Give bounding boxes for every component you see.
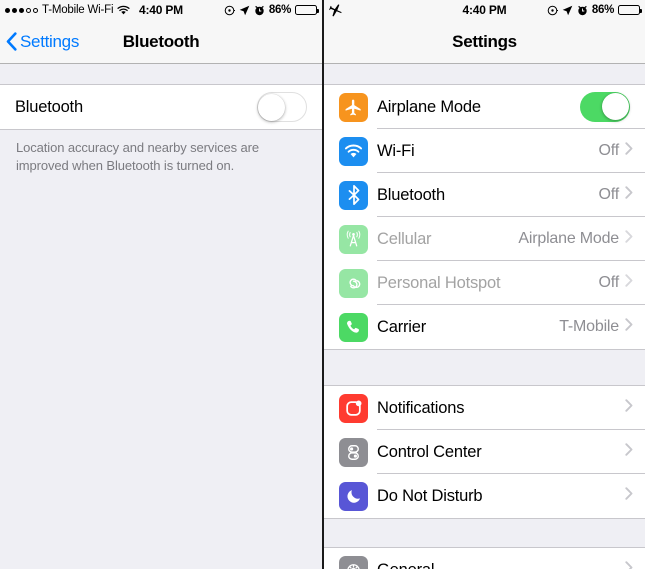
bluetooth-toggle-row[interactable]: Bluetooth <box>0 85 322 129</box>
settings-row-notifications[interactable]: Notifications <box>324 386 645 430</box>
status-bar-left-group: T-Mobile Wi-Fi <box>5 4 130 16</box>
bluetooth-toggle-switch[interactable] <box>257 92 307 122</box>
chevron-right-icon <box>625 399 633 417</box>
back-button[interactable]: Settings <box>0 32 79 52</box>
chevron-right-icon <box>625 561 633 569</box>
location-arrow-icon <box>562 5 573 16</box>
right-nav-bar: Settings <box>324 20 645 64</box>
location-arrow-icon <box>239 5 250 16</box>
right-status-bar: 4:40 PM 86% <box>324 0 645 20</box>
bluetooth-description-note: Location accuracy and nearby services ar… <box>16 140 260 173</box>
row-label: Personal Hotspot <box>377 273 501 292</box>
back-button-label: Settings <box>20 31 80 51</box>
row-label: Do Not Disturb <box>377 486 483 505</box>
left-content: Bluetooth Location accuracy and nearby s… <box>0 64 322 569</box>
moon-icon <box>339 481 368 511</box>
settings-row-airplane-mode[interactable]: Airplane Mode <box>324 85 645 129</box>
group-spacer-1 <box>324 350 645 385</box>
battery-icon <box>295 5 319 15</box>
chevron-right-icon <box>625 186 633 204</box>
chevron-right-icon <box>625 487 633 505</box>
settings-row-carrier[interactable]: Carrier T-Mobile <box>324 305 645 349</box>
hotspot-icon <box>339 268 368 298</box>
row-value: Off <box>598 186 620 203</box>
settings-row-general[interactable]: General <box>324 548 645 569</box>
notifications-icon <box>339 393 368 423</box>
gear-icon <box>339 555 368 569</box>
group-spacer-2 <box>324 519 645 547</box>
row-label: Cellular <box>377 229 432 248</box>
bluetooth-icon <box>339 180 368 210</box>
battery-icon <box>618 5 642 15</box>
settings-group-connectivity: Airplane Mode Wi-Fi Off Bluetooth Off Ce… <box>324 84 645 350</box>
toggle-knob <box>601 93 629 120</box>
row-label: Wi-Fi <box>377 141 415 160</box>
row-value: Airplane Mode <box>518 230 619 247</box>
carrier-label: T-Mobile Wi-Fi <box>42 4 114 16</box>
settings-row-cellular[interactable]: Cellular Airplane Mode <box>324 217 645 261</box>
top-spacer <box>324 64 645 84</box>
chevron-right-icon <box>625 230 633 248</box>
alarm-clock-icon <box>254 5 265 16</box>
battery-percent-label: 86% <box>268 4 291 16</box>
settings-row-personal-hotspot[interactable]: Personal Hotspot Off <box>324 261 645 305</box>
dual-screenshot-container: T-Mobile Wi-Fi 4:40 PM 86% Settings Blue… <box>0 0 645 569</box>
bluetooth-row-label: Bluetooth <box>15 97 83 116</box>
bluetooth-toggle-group: Bluetooth <box>0 84 322 130</box>
settings-group-general: General AA Display & Brightness <box>324 547 645 569</box>
wifi-icon <box>117 5 130 15</box>
chevron-left-icon <box>6 32 17 51</box>
row-value: T-Mobile <box>559 318 619 335</box>
right-phone-panel: 4:40 PM 86% Settings Airplane Mode Wi-Fi… <box>324 0 645 569</box>
chevron-right-icon <box>625 142 633 160</box>
wifi-icon <box>339 136 368 166</box>
settings-group-notifications: Notifications Control Center Do Not Dist… <box>324 385 645 519</box>
chevron-right-icon <box>625 274 633 292</box>
chevron-right-icon <box>625 443 633 461</box>
row-label: Carrier <box>377 317 427 336</box>
row-value: Off <box>598 274 620 291</box>
row-label: Airplane Mode <box>377 97 481 116</box>
row-value: Off <box>598 142 620 159</box>
toggle-knob <box>258 94 285 121</box>
control-center-icon <box>339 437 368 467</box>
phone-icon <box>339 312 368 342</box>
settings-row-do-not-disturb[interactable]: Do Not Disturb <box>324 474 645 518</box>
status-bar-right-group: 86% <box>547 4 642 16</box>
signal-strength-dots <box>5 7 38 13</box>
airplane-icon <box>339 92 368 122</box>
row-label: Control Center <box>377 442 482 461</box>
status-bar-right-group: 86% <box>224 4 319 16</box>
left-phone-panel: T-Mobile Wi-Fi 4:40 PM 86% Settings Blue… <box>0 0 322 569</box>
alarm-clock-icon <box>577 5 588 16</box>
left-status-bar: T-Mobile Wi-Fi 4:40 PM 86% <box>0 0 322 20</box>
battery-percent-label: 86% <box>591 4 614 16</box>
rotation-lock-icon <box>547 5 558 16</box>
settings-row-bluetooth[interactable]: Bluetooth Off <box>324 173 645 217</box>
rotation-lock-icon <box>224 5 235 16</box>
settings-row-wifi[interactable]: Wi-Fi Off <box>324 129 645 173</box>
row-label: General <box>377 561 625 569</box>
airplane-mode-toggle-switch[interactable] <box>580 92 630 122</box>
top-spacer <box>0 64 322 84</box>
settings-list: Airplane Mode Wi-Fi Off Bluetooth Off Ce… <box>324 64 645 569</box>
page-title: Settings <box>452 31 517 51</box>
row-label: Notifications <box>377 398 465 417</box>
cellular-antenna-icon <box>339 224 368 254</box>
airplane-icon <box>329 3 342 17</box>
settings-row-control-center[interactable]: Control Center <box>324 430 645 474</box>
status-bar-left-group <box>329 3 342 17</box>
left-nav-bar: Settings Bluetooth <box>0 20 322 64</box>
chevron-right-icon <box>625 318 633 336</box>
row-label: Bluetooth <box>377 185 445 204</box>
